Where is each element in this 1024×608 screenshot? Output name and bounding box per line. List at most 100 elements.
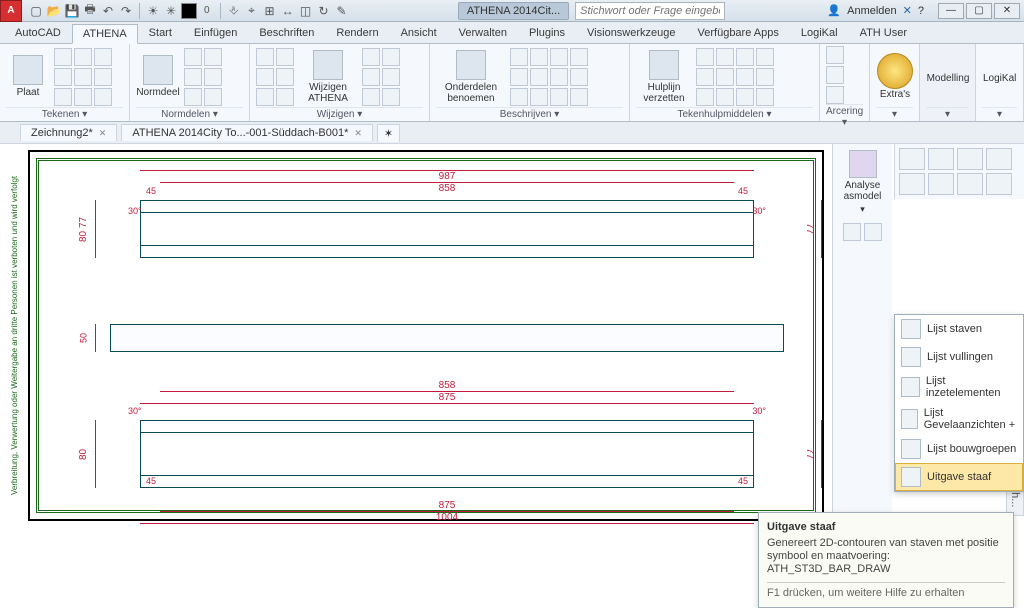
exchange-icon[interactable]: ✕: [903, 4, 912, 17]
window-title: ATHENA 2014Cit...: [458, 2, 569, 20]
panel-title[interactable]: Beschrijven ▾: [436, 107, 623, 121]
tool-icon[interactable]: ✎: [334, 3, 350, 19]
list-icon: [901, 377, 920, 397]
dimension: 80 77: [72, 200, 96, 258]
dimension: 858: [160, 182, 734, 194]
ribbon-tab-beschriften[interactable]: Beschriften: [248, 23, 325, 43]
analyse-asmodel-icon[interactable]: [849, 150, 877, 178]
subpanel-icon[interactable]: [843, 223, 861, 241]
panel-title[interactable]: Tekenhulpmiddelen ▾: [636, 107, 813, 121]
tool-icon[interactable]: ↔: [280, 3, 296, 19]
dropdown-item-uitgave-staaf[interactable]: Uitgave staaf: [895, 463, 1023, 491]
ribbon-tab-rendern[interactable]: Rendern: [325, 23, 389, 43]
close-button[interactable]: ✕: [994, 3, 1020, 19]
plaat-button[interactable]: Plaat: [6, 49, 50, 105]
ribbon-tab-einfügen[interactable]: Einfügen: [183, 23, 248, 43]
ribbon-tab-visionswerkzeuge[interactable]: Visionswerkzeuge: [576, 23, 686, 43]
dimension: 45: [738, 476, 748, 486]
list-icon: [901, 467, 921, 487]
dimension: 77: [798, 200, 822, 258]
dropdown-item-lijst-vullingen[interactable]: Lijst vullingen: [895, 343, 1023, 371]
document-tab[interactable]: Zeichnung2*✕: [20, 124, 117, 141]
color-swatch-icon[interactable]: [181, 3, 197, 19]
ribbon-tab-start[interactable]: Start: [138, 23, 183, 43]
close-tab-icon[interactable]: ✕: [99, 128, 107, 139]
modelling-icon-grid[interactable]: [894, 144, 1024, 199]
close-tab-icon[interactable]: ✕: [354, 128, 362, 139]
panel-expand[interactable]: ▾: [876, 107, 913, 121]
panel-expand[interactable]: ▾: [837, 204, 888, 215]
subpanel-icon[interactable]: [864, 223, 882, 241]
ribbon-tab-ansicht[interactable]: Ansicht: [390, 23, 448, 43]
ribbon-tab-verwalten[interactable]: Verwalten: [448, 23, 518, 43]
panel-title[interactable]: Arcering ▾: [826, 104, 863, 129]
panel-title[interactable]: Wijzigen ▾: [256, 107, 423, 121]
help-search-input[interactable]: [575, 2, 725, 20]
dimension: 987: [140, 170, 754, 182]
document-tab[interactable]: ATHENA 2014City To...-001-Süddach-B001*✕: [121, 124, 373, 141]
drawing-canvas[interactable]: Verbreitung, Verwertung oder Weitergabe …: [0, 144, 1024, 527]
tool-icon[interactable]: ⌖: [244, 3, 260, 19]
open-icon[interactable]: 📂: [46, 3, 62, 19]
modify-right-icons[interactable]: [362, 48, 400, 106]
tool-icon[interactable]: ⎀: [226, 3, 242, 19]
dropdown-item-lijst-bouwgroepen[interactable]: Lijst bouwgroepen: [895, 435, 1023, 463]
signin-icon[interactable]: 👤: [827, 4, 841, 17]
panel-expand[interactable]: ▾: [982, 107, 1017, 121]
hatch-icons[interactable]: [826, 46, 844, 104]
ribbon-tab-verfügbare-apps[interactable]: Verfügbare Apps: [687, 23, 790, 43]
dimension: 45: [146, 476, 156, 486]
panel-title[interactable]: Normdelen ▾: [136, 107, 243, 121]
new-tab-button[interactable]: ✶: [377, 124, 400, 142]
dropdown-item-lijst-staven[interactable]: Lijst staven: [895, 315, 1023, 343]
modify-left-icons[interactable]: [256, 48, 294, 106]
dropdown-item-lijst-inzetelementen[interactable]: Lijst inzetelementen: [895, 371, 1023, 403]
ribbon-tab-plugins[interactable]: Plugins: [518, 23, 576, 43]
app-menu-button[interactable]: A: [0, 0, 22, 22]
modelling-dropdown: Lijst stavenLijst vullingenLijst inzetel…: [894, 314, 1024, 492]
ribbon-tab-ath-user[interactable]: ATH User: [849, 23, 918, 43]
layer-state-icon[interactable]: ✳: [163, 3, 179, 19]
extras-button[interactable]: Extra's: [876, 49, 914, 105]
save-icon[interactable]: 💾: [64, 3, 80, 19]
list-icon: [901, 319, 921, 339]
dimension: 875: [160, 500, 734, 512]
panel-expand[interactable]: ▾: [926, 107, 969, 121]
minimize-button[interactable]: —: [938, 3, 964, 19]
list-icon: [901, 347, 921, 367]
normdeel-button[interactable]: Normdeel: [136, 49, 180, 105]
modelling-subpanel: Analyse asmodel ▾: [832, 144, 892, 527]
dimension: 45: [146, 186, 156, 196]
dimension: 1004: [140, 512, 754, 524]
new-icon[interactable]: ▢: [28, 3, 44, 19]
tool-icon[interactable]: ⊞: [262, 3, 278, 19]
dimension: 80: [72, 420, 96, 488]
panel-title[interactable]: Tekenen ▾: [6, 107, 123, 121]
hulplijn-verzetten-button[interactable]: Hulplijn verzetten: [636, 49, 692, 105]
document-tabs: Zeichnung2*✕ATHENA 2014City To...-001-Sü…: [0, 122, 1024, 144]
describe-icon-grid[interactable]: [510, 48, 588, 106]
print-icon[interactable]: 🖶: [82, 3, 98, 19]
dimension: 77: [798, 420, 822, 488]
logikal-button[interactable]: LogiKal: [982, 49, 1017, 105]
modelling-button[interactable]: Modelling: [926, 49, 970, 105]
norm-icon-grid[interactable]: [184, 48, 222, 106]
onderdelen-benoemen-button[interactable]: Onderdelen benoemen: [436, 49, 506, 105]
wijzigen-athena-button[interactable]: Wijzigen ATHENA: [298, 49, 358, 105]
tool-icon[interactable]: ↻: [316, 3, 332, 19]
layer-icon[interactable]: ☀: [145, 3, 161, 19]
tool-icon[interactable]: ◫: [298, 3, 314, 19]
help-icon[interactable]: ?: [918, 5, 924, 17]
signin-label[interactable]: Anmelden: [847, 5, 897, 17]
redo-icon[interactable]: ↷: [118, 3, 134, 19]
maximize-button[interactable]: ▢: [966, 3, 992, 19]
ribbon-tab-logikal[interactable]: LogiKal: [790, 23, 849, 43]
undo-icon[interactable]: ↶: [100, 3, 116, 19]
aids-icon-grid[interactable]: [696, 48, 774, 106]
draw-icon-grid[interactable]: [54, 48, 112, 106]
dimension: 45: [738, 186, 748, 196]
ribbon-tab-autocad[interactable]: AutoCAD: [4, 23, 72, 43]
layer-0-label[interactable]: 0: [199, 3, 215, 19]
dropdown-item-lijst-gevelaanzichten-+[interactable]: Lijst Gevelaanzichten +: [895, 403, 1023, 435]
ribbon-tab-athena[interactable]: ATHENA: [72, 24, 138, 44]
